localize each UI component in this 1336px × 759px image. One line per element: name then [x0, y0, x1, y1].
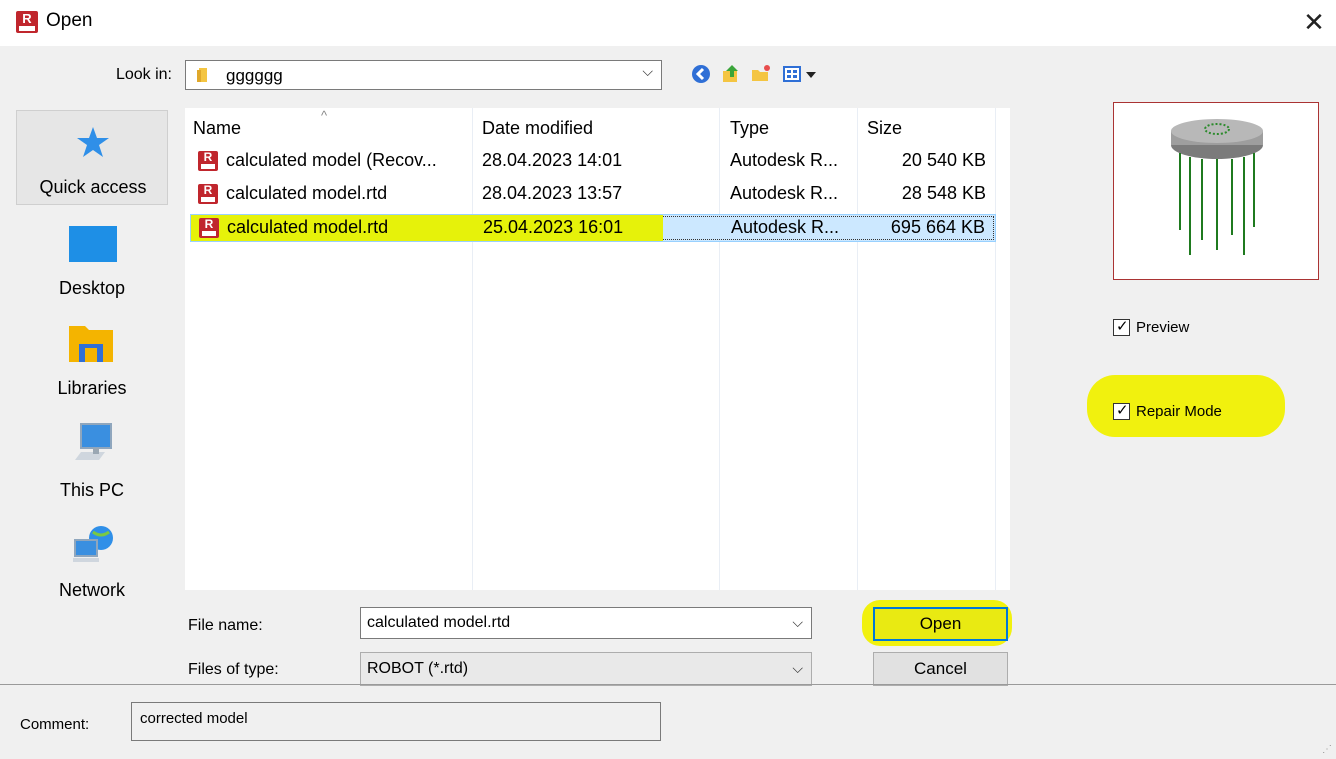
- model-preview-icon: [1171, 119, 1263, 255]
- title-bar: R Open ✕: [0, 0, 1336, 46]
- file-size: 695 664 KB: [890, 217, 985, 237]
- rtd-file-icon: R: [198, 151, 218, 171]
- file-name-input[interactable]: calculated model.rtd ⌵: [360, 607, 812, 639]
- places-bar: Quick access Desktop Libraries This PC N…: [16, 110, 168, 610]
- new-folder-icon[interactable]: [750, 63, 772, 85]
- file-list[interactable]: Name ^ Date modified Type Size R calcula…: [185, 108, 1010, 590]
- checkmark-icon: ✓: [1116, 402, 1129, 419]
- file-date: 28.04.2023 14:01: [482, 150, 623, 170]
- computer-icon: [75, 423, 112, 460]
- robot-app-icon: R: [16, 11, 38, 33]
- close-icon[interactable]: ✕: [1296, 5, 1332, 39]
- desktop-icon: [69, 226, 117, 262]
- place-label: Desktop: [58, 278, 126, 298]
- place-network[interactable]: Network: [16, 518, 168, 613]
- file-date: 25.04.2023 16:01: [483, 217, 624, 237]
- file-type-label: Files of type:: [188, 661, 279, 678]
- preview-label: Preview: [1136, 319, 1190, 336]
- repair-mode-checkbox-row[interactable]: ✓ Repair Mode: [1113, 402, 1273, 422]
- file-row[interactable]: R calculated model (Recov... 28.04.2023 …: [190, 148, 996, 174]
- up-folder-icon[interactable]: [720, 63, 742, 85]
- file-name: calculated model.rtd: [226, 183, 388, 203]
- libraries-icon: [69, 326, 113, 362]
- place-this-pc[interactable]: This PC: [16, 418, 168, 513]
- comment-value: corrected model: [140, 710, 248, 727]
- file-row-selected[interactable]: R calculated model.rtd 25.04.2023 16:01 …: [190, 214, 996, 242]
- file-row[interactable]: R calculated model.rtd 28.04.2023 13:57 …: [190, 181, 996, 207]
- file-name: calculated model (Recov...: [226, 150, 437, 170]
- open-button[interactable]: Open: [873, 607, 1008, 641]
- look-in-value: gggggg: [226, 66, 283, 85]
- file-type-value: ROBOT (*.rtd): [367, 660, 469, 677]
- column-header-type[interactable]: Type: [730, 118, 769, 139]
- repair-mode-label: Repair Mode: [1136, 403, 1222, 420]
- preview-checkbox[interactable]: ✓: [1113, 318, 1130, 336]
- file-name-label: File name:: [188, 617, 263, 634]
- cancel-button[interactable]: Cancel: [873, 652, 1008, 686]
- file-size: 28 548 KB: [901, 183, 986, 203]
- place-desktop[interactable]: Desktop: [16, 218, 168, 313]
- chevron-down-icon[interactable]: ⌵: [792, 614, 803, 631]
- column-header-date[interactable]: Date modified: [482, 118, 593, 139]
- star-icon: [77, 127, 109, 157]
- look-in-dropdown[interactable]: gggggg ⌵: [185, 60, 662, 90]
- place-label: This PC: [59, 480, 124, 500]
- file-name-value: calculated model.rtd: [367, 614, 511, 631]
- file-type: Autodesk R...: [731, 217, 840, 237]
- comment-field: corrected model: [131, 702, 661, 741]
- file-name: calculated model.rtd: [227, 217, 389, 237]
- column-header-name[interactable]: Name: [193, 118, 241, 139]
- file-type-select[interactable]: ROBOT (*.rtd) ⌵: [360, 652, 812, 686]
- resize-grip-icon[interactable]: ⋰: [1322, 744, 1332, 755]
- view-menu-icon[interactable]: [782, 63, 822, 85]
- checkmark-icon: ✓: [1116, 318, 1129, 335]
- file-size: 20 540 KB: [901, 150, 986, 170]
- place-libraries[interactable]: Libraries: [16, 318, 168, 413]
- preview-checkbox-row[interactable]: ✓ Preview: [1113, 318, 1253, 338]
- window-title: Open: [46, 10, 93, 31]
- sort-ascending-icon: ^: [321, 108, 328, 123]
- rtd-file-icon: R: [198, 184, 218, 204]
- back-icon[interactable]: [690, 63, 712, 85]
- look-in-label: Look in:: [115, 66, 172, 83]
- file-type: Autodesk R...: [730, 183, 839, 203]
- place-label: Libraries: [57, 378, 127, 398]
- folder-icon: [197, 68, 207, 82]
- network-icon: [73, 526, 113, 562]
- rtd-file-icon: R: [199, 218, 219, 238]
- place-quick-access[interactable]: Quick access: [16, 110, 168, 205]
- column-header-size[interactable]: Size: [867, 118, 902, 139]
- divider: [0, 684, 1336, 685]
- repair-mode-checkbox[interactable]: ✓: [1113, 402, 1130, 420]
- chevron-down-icon: ⌵: [642, 63, 653, 79]
- place-label: Network: [58, 580, 125, 600]
- preview-pane: [1113, 102, 1319, 280]
- chevron-down-icon: ⌵: [792, 660, 803, 676]
- comment-label: Comment:: [20, 716, 90, 733]
- file-type: Autodesk R...: [730, 150, 839, 170]
- place-label: Quick access: [39, 177, 147, 197]
- file-date: 28.04.2023 13:57: [482, 183, 623, 203]
